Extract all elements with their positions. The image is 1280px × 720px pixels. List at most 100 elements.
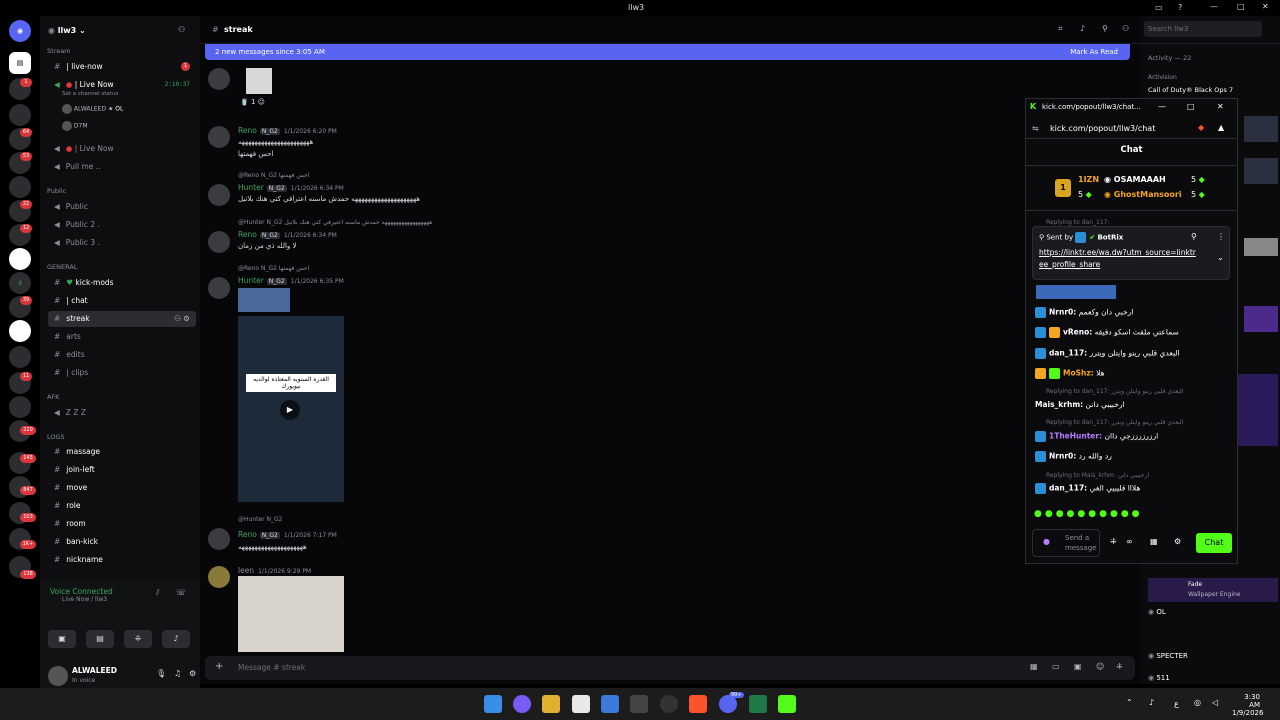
invite-icon[interactable]: ⚇ <box>178 25 185 34</box>
soundboard-button[interactable]: ♪ <box>162 630 190 648</box>
kick-icon[interactable] <box>778 695 796 713</box>
activity-card[interactable]: Fade Wallpaper Engine <box>1148 578 1278 602</box>
volume-icon[interactable]: ◁ <box>1212 698 1218 707</box>
notepad-icon[interactable] <box>572 695 590 713</box>
windows-start-icon[interactable] <box>484 695 502 713</box>
chat-send-button[interactable]: Chat <box>1196 533 1232 553</box>
brave-icon[interactable] <box>689 695 707 713</box>
calculator-icon[interactable] <box>630 695 648 713</box>
server-icon-llw3[interactable]: ▤ <box>9 52 31 74</box>
voice-channel-public[interactable]: ◀ Public <box>48 199 196 215</box>
help-icon[interactable]: ? <box>1178 3 1182 12</box>
category-afk[interactable]: AFK <box>47 393 59 401</box>
excel-icon[interactable] <box>749 695 767 713</box>
channel-room[interactable]: # room <box>48 516 196 532</box>
activity-card[interactable] <box>1244 238 1278 256</box>
category-logs[interactable]: LOGS <box>47 433 65 441</box>
reply-preview[interactable]: @Reno N_G2 احس فهمتها <box>238 172 309 179</box>
channel-clips[interactable]: # | clips <box>48 365 196 381</box>
leader-name[interactable]: 1IZN <box>1078 175 1099 184</box>
address-bar[interactable]: kick.com/popout/llw3/chat <box>1050 124 1155 133</box>
minimize-button[interactable]: — <box>1210 2 1218 11</box>
voice-channel-public-2[interactable]: ◀ Public 2 . <box>48 217 196 233</box>
avatar[interactable] <box>208 184 230 206</box>
infinity-icon[interactable]: ∞ <box>1126 537 1133 546</box>
brave-shield-icon[interactable]: ◆ <box>1198 123 1204 132</box>
new-messages-banner[interactable]: 2 new messages since 3:05 AM Mark As Read <box>205 44 1130 60</box>
maximize-button[interactable]: □ <box>1237 2 1245 11</box>
pinned-message[interactable]: ⚲ Sent by ✔ BotRix ⚲ ⋮ https://linktr.ee… <box>1032 226 1230 280</box>
server-icon[interactable]: ∂ <box>9 272 31 294</box>
inbox-icon[interactable]: ▭ <box>1155 3 1163 12</box>
close-button[interactable]: ✕ <box>1262 2 1269 11</box>
voice-channel-zzz[interactable]: ◀ Z Z Z <box>48 405 196 421</box>
discord-home-icon[interactable]: ◉ <box>9 20 31 42</box>
maximize-button[interactable]: □ <box>1187 102 1195 111</box>
channel-chat[interactable]: # | chat <box>48 293 196 309</box>
pinned-link[interactable]: https://linktr.ee/wa.dw?utm_source=linkt… <box>1039 247 1199 271</box>
server-icon[interactable] <box>9 104 31 126</box>
server-name[interactable]: ◉ llw3 ⌄ <box>48 26 86 35</box>
category-public[interactable]: Public <box>47 187 66 195</box>
channel-streak[interactable]: # streak ⚇ ⚙ <box>48 311 196 327</box>
avatar[interactable] <box>208 277 230 299</box>
voice-location[interactable]: Live Now / llw3 <box>62 596 107 603</box>
chevron-down-icon[interactable]: ⌄ <box>1217 253 1224 262</box>
threads-icon[interactable]: ⌗ <box>1058 24 1063 34</box>
message-input[interactable]: Message # streak <box>238 663 305 672</box>
close-button[interactable]: ✕ <box>1217 102 1224 111</box>
voice-user[interactable]: ALWALEED ★ OL <box>62 104 123 114</box>
add-attachment-icon[interactable]: + <box>215 661 223 672</box>
disconnect-icon[interactable]: ☏ <box>176 588 186 597</box>
microphone-icon[interactable]: ● <box>1043 537 1050 546</box>
reply-context[interactable]: Replying to dan_117: البعدي قلبي رينو وا… <box>1046 419 1183 426</box>
sticker-image[interactable] <box>238 288 290 312</box>
avatar[interactable] <box>208 566 230 588</box>
game-thumbnail[interactable] <box>1244 116 1278 142</box>
send-message-input[interactable]: ● Send a message <box>1032 529 1100 557</box>
channel-edits[interactable]: # edits <box>48 347 196 363</box>
settings-icon[interactable]: ⚙ <box>1174 537 1181 546</box>
channel-live-now[interactable]: # | live-now 1 <box>48 59 196 75</box>
channel-kick-mods[interactable]: # ♥ kick-mods <box>48 275 196 291</box>
gif-icon[interactable]: ▭ <box>1052 662 1060 671</box>
pin-icon[interactable]: ⚲ <box>1102 24 1108 33</box>
camera-button[interactable]: ▣ <box>48 630 76 648</box>
members-icon[interactable]: ⚇ <box>1122 24 1129 33</box>
reply-preview[interactable]: @Reno N_G2 احس فهمتها <box>238 265 309 272</box>
video-embed[interactable]: الغدره السنويه المعتاده لوالديه نيويورك … <box>238 316 344 502</box>
server-icon[interactable] <box>9 396 31 418</box>
chevron-up-icon[interactable]: ⌃ <box>1126 698 1133 707</box>
channel-arts[interactable]: # arts <box>48 329 196 345</box>
activities-button[interactable]: ⁜ <box>124 630 152 648</box>
reply-context[interactable]: Replying to Mais_krhm: ارخبيبي دانن <box>1046 472 1149 479</box>
avatar[interactable] <box>208 528 230 550</box>
activity-card[interactable] <box>1238 374 1278 446</box>
screen-share-button[interactable]: ▤ <box>86 630 114 648</box>
avatar[interactable] <box>208 68 230 90</box>
channel-nickname[interactable]: # nickname <box>48 552 196 568</box>
channel-ban-kick[interactable]: # ban-kick <box>48 534 196 550</box>
headphones-icon[interactable]: ♫ <box>174 669 181 678</box>
image-attachment[interactable] <box>238 576 344 652</box>
pin-icon[interactable]: ⚲ <box>1191 232 1197 241</box>
game-title[interactable]: Call of Duty® Black Ops 7 <box>1148 86 1233 94</box>
leader-name[interactable]: ◉ OSAMAAAH <box>1104 175 1166 184</box>
server-icon[interactable] <box>9 320 31 342</box>
avatar[interactable] <box>208 231 230 253</box>
store-icon[interactable] <box>601 695 619 713</box>
sticker-icon[interactable]: ▣ <box>1074 662 1082 671</box>
category-general[interactable]: GENERAL <box>47 263 77 271</box>
channel-role[interactable]: # role <box>48 498 196 514</box>
obs-icon[interactable] <box>660 695 678 713</box>
emoji-icon[interactable]: ☺ <box>1096 662 1104 671</box>
leader-name[interactable]: ◉ GhostMansoori <box>1104 190 1182 199</box>
copilot-icon[interactable] <box>513 695 531 713</box>
language-indicator[interactable]: ع <box>1174 699 1179 708</box>
emote-icon[interactable]: ⁜ <box>1110 537 1117 546</box>
microphone-icon[interactable]: ♪ <box>1149 698 1154 707</box>
server-icon[interactable] <box>9 176 31 198</box>
sticker-image[interactable] <box>246 68 272 94</box>
member-item[interactable]: ◉ 511 <box>1148 674 1170 682</box>
server-icon[interactable] <box>9 248 31 270</box>
